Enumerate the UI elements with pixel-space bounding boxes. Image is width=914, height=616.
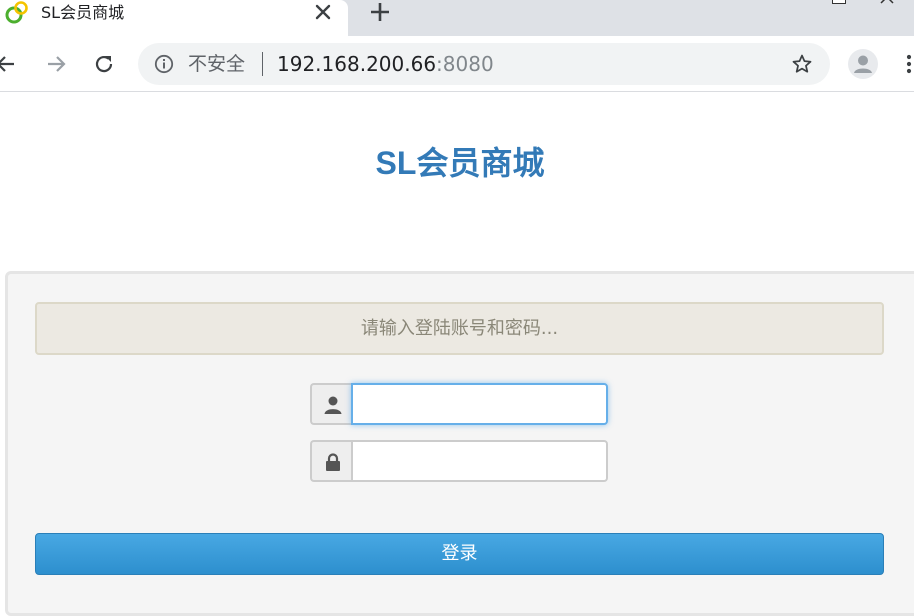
password-input[interactable] bbox=[351, 440, 608, 482]
window-close-icon[interactable] bbox=[880, 0, 894, 4]
password-addon bbox=[310, 440, 351, 482]
back-arrow-icon[interactable] bbox=[0, 52, 18, 76]
close-tab-icon[interactable] bbox=[313, 2, 333, 22]
window-restore-icon[interactable] bbox=[832, 0, 846, 4]
reload-icon[interactable] bbox=[92, 52, 116, 76]
address-separator bbox=[262, 52, 263, 76]
security-status-label: 不安全 bbox=[188, 53, 246, 75]
browser-toolbar: 不安全 192.168.200.66:8080 bbox=[0, 36, 914, 92]
url-port: :8080 bbox=[436, 52, 494, 76]
password-group bbox=[310, 440, 608, 482]
bookmark-star-icon[interactable] bbox=[791, 53, 813, 75]
username-addon bbox=[310, 383, 351, 425]
login-button[interactable]: 登录 bbox=[35, 533, 884, 575]
lock-icon bbox=[326, 453, 340, 471]
kebab-menu-icon[interactable] bbox=[900, 52, 914, 76]
url-host: 192.168.200.66 bbox=[277, 52, 437, 76]
url-text[interactable]: 192.168.200.66:8080 bbox=[277, 52, 494, 76]
address-bar[interactable]: 不安全 192.168.200.66:8080 bbox=[138, 43, 830, 85]
browser-tab[interactable]: SL会员商城 bbox=[0, 0, 348, 36]
new-tab-plus-icon[interactable] bbox=[368, 0, 392, 24]
info-icon[interactable] bbox=[154, 54, 174, 74]
login-prompt-alert: 请输入登陆账号和密码... bbox=[35, 302, 884, 355]
username-group bbox=[310, 383, 608, 425]
username-input[interactable] bbox=[351, 383, 608, 425]
forward-arrow-icon[interactable] bbox=[44, 52, 68, 76]
profile-person-icon bbox=[854, 55, 872, 73]
user-icon bbox=[324, 396, 342, 414]
site-favicon-icon bbox=[5, 1, 28, 24]
page-title: SL会员商城 bbox=[375, 145, 545, 181]
tab-strip: SL会员商城 bbox=[0, 0, 914, 36]
tab-title: SL会员商城 bbox=[41, 3, 125, 22]
profile-avatar[interactable] bbox=[848, 49, 878, 79]
